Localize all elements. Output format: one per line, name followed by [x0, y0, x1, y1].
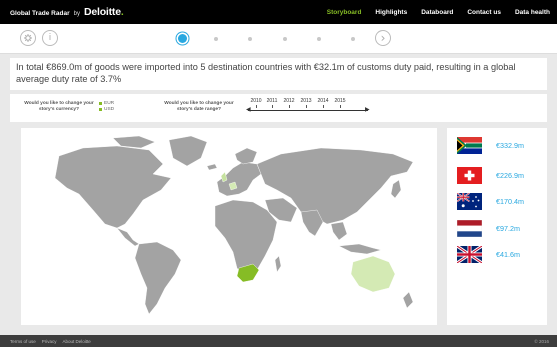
nav-databoard[interactable]: Databoard	[414, 0, 460, 24]
nav-data-health[interactable]: Data health	[508, 0, 557, 24]
footer: Terms of use Privacy About Deloitte © 20…	[0, 335, 557, 347]
switzerland-flag-icon	[457, 166, 482, 184]
year-tick	[323, 105, 324, 108]
currency-eur-label: EUR	[104, 101, 115, 106]
country-scandinavia	[234, 147, 258, 165]
country-new-zealand	[402, 291, 414, 309]
currency-question: Would you like to change your story's cu…	[24, 101, 94, 112]
year-tick	[306, 105, 307, 108]
destination-list: €332.9m €226.9m €170.4m €97.2m €41.6m	[447, 128, 547, 325]
destination-value: €226.9m	[496, 170, 524, 180]
radio-on-icon	[99, 102, 102, 105]
step-dot-5[interactable]	[317, 37, 321, 41]
country-iceland	[206, 163, 218, 171]
story-step-bar: i ›	[0, 24, 557, 54]
info-icon-glyph: i	[48, 33, 52, 43]
currency-usd-label: USD	[104, 107, 115, 112]
world-map-panel	[21, 128, 437, 325]
year-2015[interactable]: 2015	[330, 98, 350, 104]
country-australia	[350, 255, 396, 293]
destination-south-africa[interactable]: €332.9m	[457, 135, 542, 155]
south-africa-flag-icon	[457, 136, 482, 154]
year-tick	[289, 105, 290, 108]
destination-value: €41.6m	[496, 249, 520, 259]
brand-by-text: by	[73, 11, 80, 17]
destination-netherlands[interactable]: €97.2m	[457, 218, 542, 238]
destination-switzerland[interactable]: €226.9m	[457, 165, 542, 185]
nav-highlights[interactable]: Highlights	[368, 0, 414, 24]
footer-terms-link[interactable]: Terms of use	[0, 339, 36, 344]
step-dot-2[interactable]	[214, 37, 218, 41]
destination-value: €97.2m	[496, 223, 520, 233]
nav-contact-us[interactable]: Contact us	[460, 0, 508, 24]
company-name: Deloitte	[83, 6, 121, 18]
netherlands-flag-icon	[457, 219, 482, 237]
australia-flag-icon	[457, 192, 482, 210]
step-dot-3[interactable]	[248, 37, 252, 41]
footer-copyright: © 2016	[534, 338, 549, 344]
world-map-land	[54, 135, 414, 315]
nav-storyboard[interactable]: Storyboard	[320, 0, 369, 24]
date-range-question: Would you like to change your story's da…	[164, 101, 234, 112]
destination-value: €332.9m	[496, 140, 524, 150]
country-southeast-asia	[330, 221, 348, 241]
next-glyph: ›	[380, 31, 386, 45]
uk-flag-icon	[457, 245, 482, 263]
country-japan	[390, 179, 402, 199]
step-dot-4[interactable]	[283, 37, 287, 41]
country-indonesia	[338, 243, 382, 255]
date-range-slider[interactable]	[248, 110, 368, 111]
world-map[interactable]	[21, 128, 437, 325]
story-summary: In total €869.0m of goods were imported …	[10, 58, 547, 90]
country-north-america	[54, 145, 172, 229]
currency-option-eur[interactable]: EUR	[99, 101, 114, 106]
brand-dot: .	[120, 6, 124, 18]
info-icon[interactable]: i	[42, 30, 58, 46]
country-central-america	[116, 227, 140, 247]
year-tick	[340, 105, 341, 108]
range-left-arrow-icon[interactable]: ◀	[246, 107, 251, 113]
destination-australia[interactable]: €170.4m	[457, 191, 542, 211]
country-greenland	[168, 135, 208, 167]
range-right-arrow-icon[interactable]: ▶	[365, 107, 370, 113]
brand-logo[interactable]: Global Trade Radar by Deloitte.	[0, 6, 124, 18]
year-tick	[256, 105, 257, 108]
destination-value: €170.4m	[496, 196, 524, 206]
app-name: Global Trade Radar	[10, 10, 70, 17]
footer-privacy-link[interactable]: Privacy	[36, 339, 57, 344]
story-controls: Would you like to change your story's cu…	[10, 94, 547, 122]
destination-united-kingdom[interactable]: €41.6m	[457, 244, 542, 264]
currency-option-usd[interactable]: USD	[99, 107, 114, 112]
step-dot-1[interactable]	[178, 34, 187, 43]
country-madagascar	[274, 255, 282, 273]
main-nav: Storyboard Highlights Databoard Contact …	[320, 0, 557, 24]
gear-settings-icon[interactable]	[20, 30, 36, 46]
country-south-america	[134, 241, 182, 315]
chevron-right-circle-icon[interactable]: ›	[375, 30, 391, 46]
radio-selected-icon	[99, 108, 102, 111]
top-navigation-bar: Global Trade Radar by Deloitte. Storyboa…	[0, 0, 557, 24]
footer-about-link[interactable]: About Deloitte	[57, 339, 91, 344]
step-dot-6[interactable]	[351, 37, 355, 41]
year-tick	[272, 105, 273, 108]
